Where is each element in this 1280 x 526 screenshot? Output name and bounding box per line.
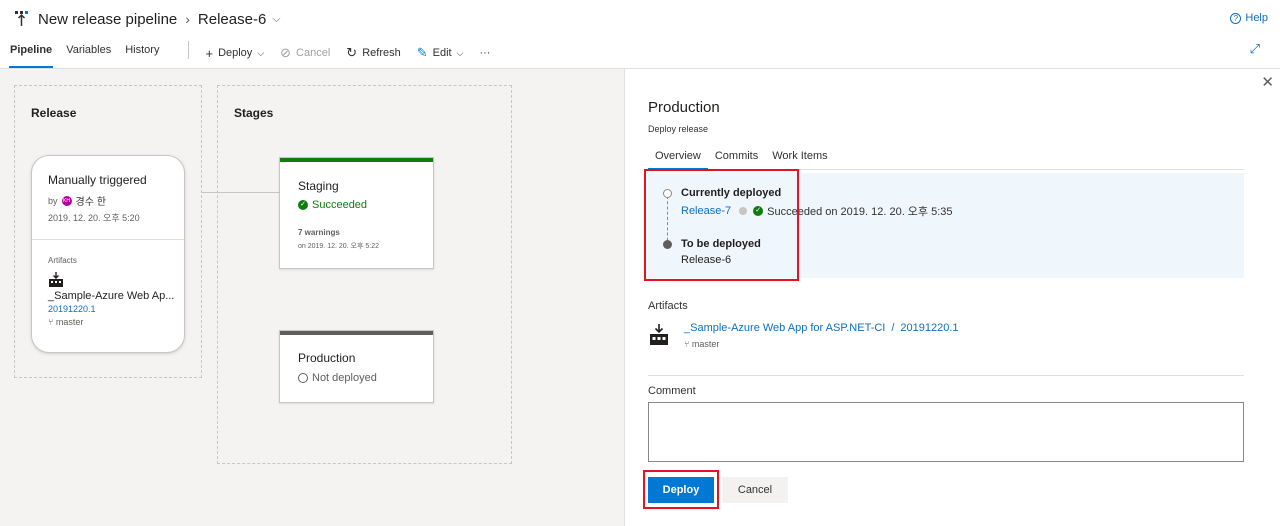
stages-section: Stages	[217, 85, 512, 464]
stage-date: on 2019. 12. 20. 오후 5:22	[298, 243, 379, 250]
artifact-icon	[48, 272, 64, 288]
check-circle-icon: ✓	[298, 200, 308, 210]
edit-icon: ✎	[416, 45, 428, 60]
chevron-down-icon: ⌵	[456, 47, 464, 58]
pipeline-icon	[14, 10, 30, 28]
artifact-branch: ⑂ master	[684, 339, 719, 349]
edit-label: Edit	[432, 47, 452, 59]
cancel-toolbar-button[interactable]: ⊘ Cancel	[272, 41, 338, 65]
artifacts-label: Artifacts	[48, 256, 77, 265]
highlight-box-deployment-status	[644, 169, 799, 281]
release-date: 2019. 12. 20. 오후 5:20	[48, 213, 140, 223]
by-label: by	[48, 195, 58, 206]
stage-connector	[201, 192, 279, 193]
comment-input[interactable]	[648, 402, 1244, 462]
plus-icon: +	[205, 45, 214, 61]
artifact-build-link[interactable]: 20191220.1	[48, 304, 184, 314]
release-card[interactable]: Manually triggered by KH 경수 한 2019. 12. …	[31, 155, 185, 353]
highlight-box-deploy-button	[643, 470, 719, 509]
stage-name: Production	[298, 351, 356, 365]
artifact-line: _Sample-Azure Web App for ASP.NET-CI / 2…	[684, 322, 959, 334]
branch-icon: ⑂	[684, 339, 690, 349]
deploy-menu-button[interactable]: + Deploy ⌵	[197, 41, 272, 65]
help-icon: ?	[1230, 12, 1242, 24]
chevron-down-icon[interactable]: ⌵	[272, 13, 280, 26]
artifact-build-link[interactable]: 20191220.1	[900, 322, 958, 334]
stage-card-staging[interactable]: Staging ✓ Succeeded 7 warnings on 2019. …	[279, 157, 434, 269]
tab-variables[interactable]: Variables	[59, 38, 118, 68]
toolbar: Pipeline Variables History + Deploy ⌵ ⊘ …	[0, 38, 1280, 68]
release-name[interactable]: Release-6	[198, 11, 266, 28]
stages-section-title: Stages	[234, 106, 274, 120]
refresh-button[interactable]: ↻ Refresh	[338, 41, 408, 65]
stage-status: Not deployed	[298, 372, 377, 384]
expand-icon[interactable]: ⤢	[1250, 41, 1260, 57]
comment-label: Comment	[648, 385, 696, 397]
stage-status-text: Succeeded	[312, 199, 368, 211]
header: New release pipeline › Release-6 ⌵ ? Hel…	[0, 0, 1280, 69]
divider	[648, 375, 1244, 376]
artifact-separator: /	[891, 322, 895, 334]
chevron-down-icon: ⌵	[257, 47, 265, 58]
cancel-icon: ⊘	[280, 45, 292, 60]
avatar: KH	[61, 195, 72, 206]
deploy-panel: ✕ Production Deploy release Overview Com…	[624, 69, 1280, 526]
tab-history[interactable]: History	[118, 38, 166, 68]
toolbar-divider	[188, 41, 190, 59]
release-by: by KH 경수 한	[48, 193, 184, 208]
stage-card-production[interactable]: Production Not deployed	[279, 330, 434, 403]
deploy-menu-label: Deploy	[218, 47, 253, 59]
artifact-name: _Sample-Azure Web Ap...	[48, 290, 175, 302]
breadcrumb-separator: ›	[185, 11, 190, 27]
more-actions-button[interactable]: ···	[471, 41, 498, 65]
artifact-branch: ⑂ master	[48, 317, 184, 327]
panel-title: Production	[648, 99, 720, 116]
tab-overview[interactable]: Overview	[648, 150, 708, 170]
release-trigger: Manually triggered	[48, 173, 147, 187]
help-link[interactable]: ? Help	[1230, 12, 1268, 24]
stage-status-bar	[280, 331, 433, 335]
stage-status-text: Not deployed	[312, 372, 377, 384]
user-name: 경수 한	[75, 197, 106, 208]
help-label: Help	[1245, 12, 1268, 24]
breadcrumb: New release pipeline › Release-6 ⌵	[14, 9, 281, 29]
stage-status: ✓ Succeeded	[298, 199, 367, 211]
tab-pipeline[interactable]: Pipeline	[9, 38, 54, 68]
branch-icon: ⑂	[48, 317, 54, 327]
branch-name: master	[55, 317, 84, 327]
refresh-label: Refresh	[362, 47, 401, 59]
artifact-name-link[interactable]: _Sample-Azure Web App for ASP.NET-CI	[684, 322, 885, 334]
cancel-button[interactable]: Cancel	[722, 477, 788, 503]
stage-name: Staging	[298, 179, 339, 193]
not-deployed-icon	[298, 373, 308, 383]
pipeline-name-link[interactable]: New release pipeline	[38, 11, 177, 28]
panel-artifacts-label: Artifacts	[648, 300, 688, 312]
panel-subtitle: Deploy release	[648, 124, 709, 134]
tab-work-items[interactable]: Work Items	[765, 150, 834, 170]
artifact-icon	[649, 324, 669, 346]
branch-name: master	[691, 339, 720, 349]
release-section-title: Release	[31, 106, 77, 120]
cancel-toolbar-label: Cancel	[296, 47, 331, 59]
stage-warnings: 7 warnings	[298, 228, 340, 237]
stage-status-bar	[280, 158, 433, 162]
edit-menu-button[interactable]: ✎ Edit ⌵	[409, 41, 472, 65]
panel-tabs: Overview Commits Work Items	[648, 150, 1244, 170]
pipeline-canvas: Release Stages Manually triggered by KH …	[0, 69, 624, 526]
close-icon[interactable]: ✕	[1261, 73, 1274, 91]
tab-commits[interactable]: Commits	[708, 150, 765, 170]
refresh-icon: ↻	[346, 45, 358, 60]
